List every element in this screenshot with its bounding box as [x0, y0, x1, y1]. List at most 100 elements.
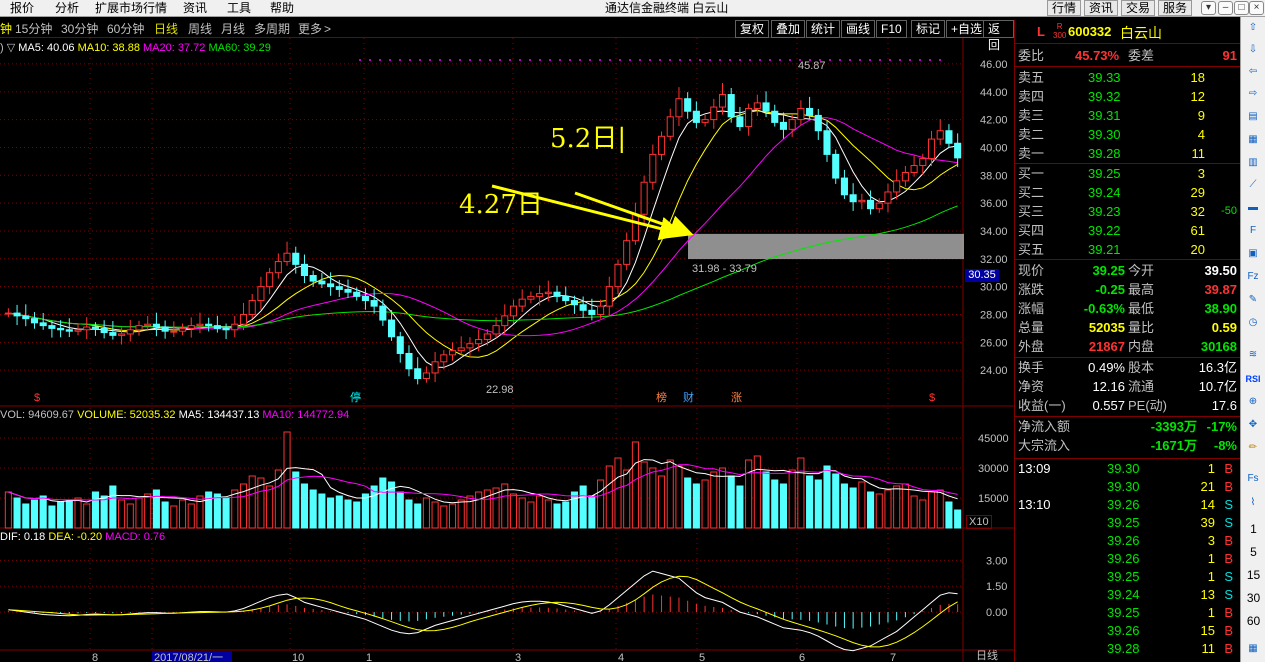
- menu-item-quote[interactable]: 报价: [10, 0, 34, 17]
- marker-ranking[interactable]: 榜: [656, 392, 667, 404]
- candle-body[interactable]: [492, 325, 500, 335]
- bid-row[interactable]: 买二 39.24 29: [1015, 183, 1241, 202]
- volume-bar[interactable]: [318, 493, 326, 529]
- bar-chart-icon[interactable]: ▬: [1244, 200, 1262, 216]
- candle-body[interactable]: [518, 298, 526, 307]
- volume-bar[interactable]: [753, 455, 761, 529]
- volume-bar[interactable]: [475, 491, 483, 529]
- volume-bar[interactable]: [327, 497, 335, 529]
- period-more[interactable]: 更多: [298, 21, 322, 37]
- volume-bar[interactable]: [631, 441, 639, 529]
- candle-body[interactable]: [649, 153, 657, 183]
- volume-bar[interactable]: [553, 503, 561, 529]
- marker-finance[interactable]: 财: [683, 392, 694, 404]
- volume-bar[interactable]: [771, 479, 779, 529]
- clock-icon[interactable]: ◷: [1244, 315, 1262, 331]
- volume-bar[interactable]: [954, 509, 962, 529]
- arrow-left-icon[interactable]: ⇦: [1244, 64, 1262, 80]
- candle-body[interactable]: [361, 295, 369, 302]
- tick-row[interactable]: 39.25 39 S: [1015, 514, 1241, 532]
- candle-body[interactable]: [936, 130, 944, 140]
- tick-row[interactable]: 13:09 39.30 1 B: [1015, 460, 1241, 478]
- f10-button[interactable]: F10: [876, 20, 907, 38]
- candle-body[interactable]: [919, 158, 927, 167]
- period-15min[interactable]: 15分钟: [15, 21, 52, 37]
- volume-bar[interactable]: [718, 467, 727, 529]
- bid-row[interactable]: 买三 39.23 32 -50: [1015, 202, 1241, 221]
- volume-bar[interactable]: [675, 465, 683, 529]
- bid-row[interactable]: 买一 39.25 3: [1015, 164, 1241, 183]
- candle-body[interactable]: [623, 240, 631, 265]
- volume-bar[interactable]: [457, 499, 465, 529]
- candle-body[interactable]: [144, 323, 152, 327]
- volume-bar[interactable]: [22, 503, 30, 529]
- period-15min-side[interactable]: 15: [1241, 568, 1265, 582]
- candle-body[interactable]: [257, 286, 265, 302]
- candle-body[interactable]: [248, 300, 256, 315]
- move-icon[interactable]: ✥: [1244, 417, 1262, 433]
- candle-body[interactable]: [274, 261, 282, 274]
- volume-bar[interactable]: [187, 503, 195, 529]
- candle-body[interactable]: [562, 295, 570, 302]
- volume-bar[interactable]: [144, 493, 152, 529]
- volume-bar[interactable]: [945, 501, 953, 529]
- candle-body[interactable]: [57, 327, 65, 331]
- candle-body[interactable]: [431, 361, 439, 374]
- volume-bar[interactable]: [222, 497, 230, 529]
- candle-body[interactable]: [544, 291, 552, 295]
- candle-body[interactable]: [701, 119, 709, 123]
- candle-body[interactable]: [239, 313, 248, 325]
- candle-body[interactable]: [727, 94, 735, 118]
- zoom-in-icon[interactable]: ⊕: [1244, 394, 1262, 410]
- candle-body[interactable]: [771, 110, 779, 123]
- candle-body[interactable]: [30, 318, 39, 324]
- ask-row[interactable]: 卖一 39.28 11: [1015, 144, 1241, 163]
- candle-body[interactable]: [684, 98, 692, 112]
- candle-body[interactable]: [91, 326, 99, 329]
- volume-bar[interactable]: [597, 479, 605, 529]
- nav-button-news[interactable]: 资讯: [1084, 0, 1119, 16]
- volume-bar[interactable]: [361, 493, 369, 529]
- volume-bar[interactable]: [161, 501, 169, 529]
- candle-body[interactable]: [48, 325, 56, 329]
- candle-body[interactable]: [327, 283, 335, 288]
- candle-body[interactable]: [945, 130, 953, 144]
- volume-bar[interactable]: [344, 499, 352, 529]
- volume-bar[interactable]: [74, 497, 82, 529]
- volume-bar[interactable]: [544, 499, 552, 529]
- mark-button[interactable]: 标记: [911, 20, 946, 38]
- candle-body[interactable]: [509, 305, 518, 317]
- period-daily[interactable]: 日线: [154, 21, 178, 37]
- volume-bar[interactable]: [518, 497, 526, 529]
- volume-bar[interactable]: [692, 483, 700, 529]
- candle-body[interactable]: [222, 327, 230, 331]
- candle-body[interactable]: [849, 194, 857, 203]
- marker-halt[interactable]: 停: [350, 392, 361, 404]
- marker-dollar-2[interactable]: $: [929, 392, 935, 404]
- volume-bar[interactable]: [266, 485, 274, 529]
- bid-row[interactable]: 买四 39.22 61: [1015, 221, 1241, 240]
- candle-body[interactable]: [745, 107, 753, 128]
- candle-body[interactable]: [65, 329, 73, 332]
- volume-bar[interactable]: [840, 483, 848, 529]
- volume-bar[interactable]: [867, 491, 875, 529]
- candle-body[interactable]: [414, 368, 422, 380]
- volume-bar[interactable]: [431, 501, 439, 529]
- candle-body[interactable]: [779, 121, 788, 130]
- candle-body[interactable]: [788, 119, 796, 130]
- candle-body[interactable]: [205, 323, 213, 327]
- ask-row[interactable]: 卖二 39.30 4: [1015, 125, 1241, 144]
- volume-bar[interactable]: [422, 497, 430, 529]
- f10-icon[interactable]: F: [1244, 223, 1262, 239]
- tick-row[interactable]: 39.25 1 S: [1015, 568, 1241, 586]
- marker-dollar-1[interactable]: $: [34, 392, 40, 404]
- menu-item-extended-market[interactable]: 扩展市场行情: [95, 0, 167, 17]
- candle-body[interactable]: [292, 252, 300, 265]
- candle-body[interactable]: [370, 300, 378, 307]
- candle-body[interactable]: [657, 135, 666, 155]
- candle-body[interactable]: [631, 213, 639, 242]
- tick-row[interactable]: 39.26 3 B: [1015, 532, 1241, 550]
- volume-bar[interactable]: [875, 493, 883, 529]
- close-icon[interactable]: ×: [1249, 1, 1264, 15]
- tick-row[interactable]: 39.26 15 B: [1015, 622, 1241, 640]
